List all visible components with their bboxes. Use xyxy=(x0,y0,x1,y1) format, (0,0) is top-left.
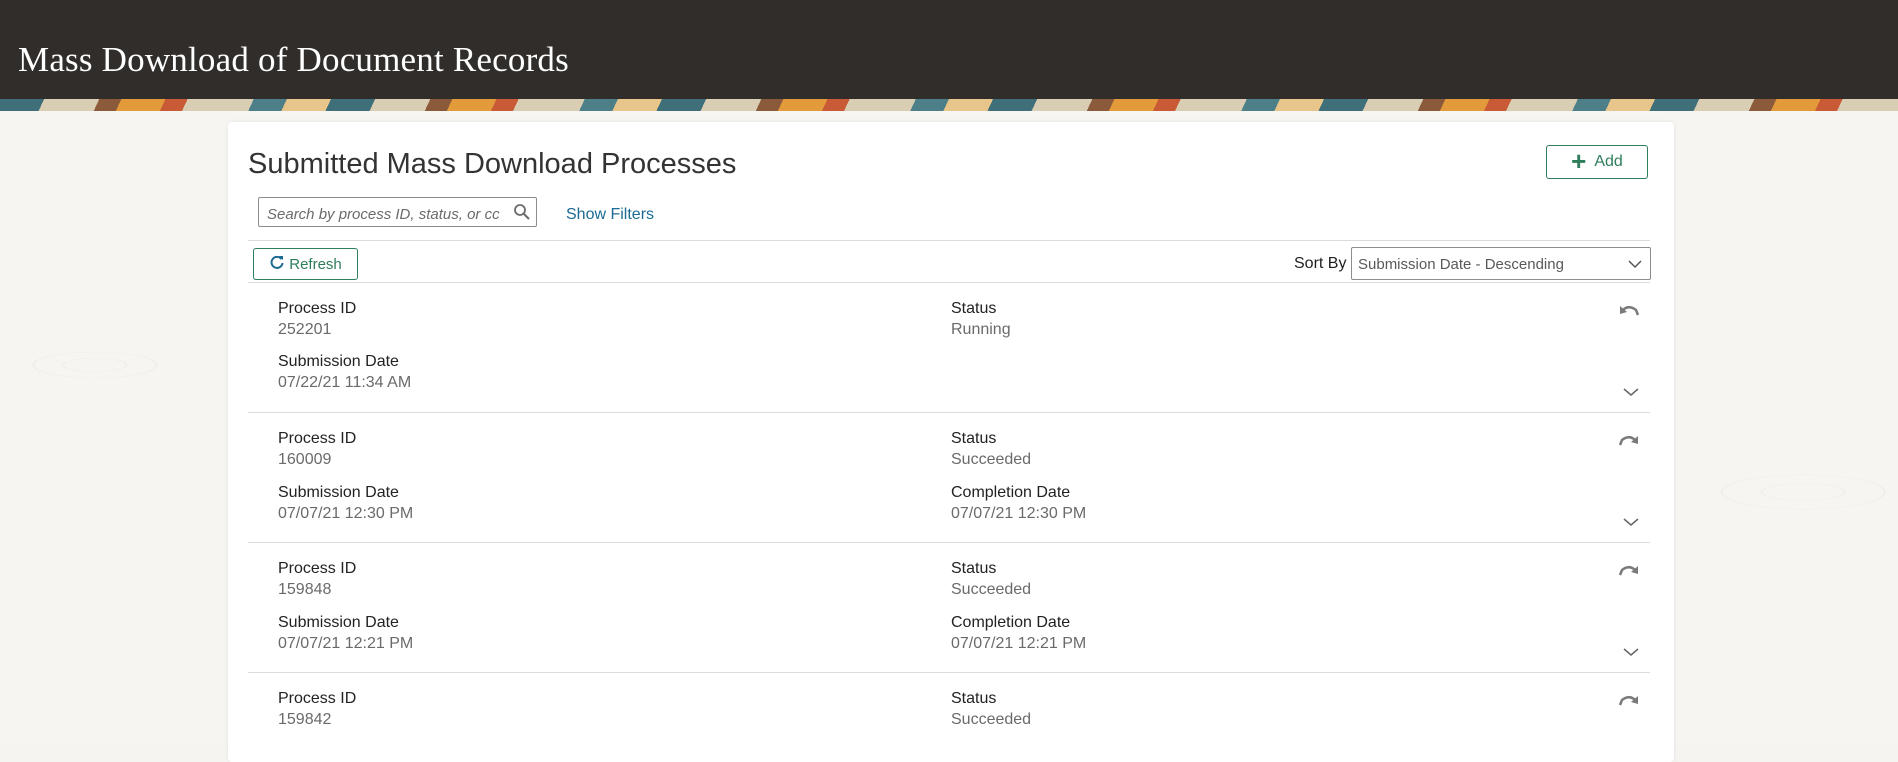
status-value: Succeeded xyxy=(951,451,1032,468)
submission-date-label: Submission Date xyxy=(278,353,399,370)
process-id-label: Process ID xyxy=(278,300,357,317)
chevron-down-icon[interactable] xyxy=(1623,647,1639,657)
page-title: Mass Download of Document Records xyxy=(18,40,569,79)
process-id-value: 252201 xyxy=(278,321,332,338)
process-id-label: Process ID xyxy=(278,560,357,577)
refresh-button[interactable]: Refresh xyxy=(253,248,358,280)
search-icon[interactable] xyxy=(513,203,531,226)
show-filters-link[interactable]: Show Filters xyxy=(566,206,654,224)
sort-by-select[interactable]: Submission Date - Descending xyxy=(1351,247,1651,280)
submission-date-label: Submission Date xyxy=(278,484,399,501)
submission-date-value: 07/07/21 12:21 PM xyxy=(278,635,414,652)
undo-icon[interactable] xyxy=(1618,303,1640,321)
completion-date-label: Completion Date xyxy=(951,614,1071,631)
refresh-icon xyxy=(269,254,285,274)
status-value: Running xyxy=(951,321,1011,338)
panel-heading: Submitted Mass Download Processes xyxy=(248,148,737,180)
completion-date-label: Completion Date xyxy=(951,484,1071,501)
status-value: Succeeded xyxy=(951,581,1032,598)
process-id-value: 159842 xyxy=(278,711,332,728)
process-row: Process ID 159848 Status Succeeded Submi… xyxy=(248,543,1650,673)
status-value: Succeeded xyxy=(951,711,1032,728)
status-label: Status xyxy=(951,300,997,317)
process-id-label: Process ID xyxy=(278,430,357,447)
decorative-banner xyxy=(0,99,1898,111)
completion-date-value: 07/07/21 12:30 PM xyxy=(951,505,1087,522)
refresh-button-label: Refresh xyxy=(289,255,342,273)
submission-date-value: 07/07/21 12:30 PM xyxy=(278,505,414,522)
redo-icon[interactable] xyxy=(1618,433,1640,451)
sort-by-value: Submission Date - Descending xyxy=(1358,256,1564,273)
search-box xyxy=(258,197,537,227)
submission-date-label: Submission Date xyxy=(278,614,399,631)
status-label: Status xyxy=(951,690,997,707)
submission-date-value: 07/22/21 11:34 AM xyxy=(278,374,412,391)
plus-icon: + xyxy=(1571,146,1587,176)
redo-icon[interactable] xyxy=(1618,563,1640,581)
sort-by-label: Sort By xyxy=(1294,255,1347,272)
process-row: Process ID 160009 Status Succeeded Submi… xyxy=(248,413,1650,543)
add-button-label: Add xyxy=(1594,153,1623,170)
redo-icon[interactable] xyxy=(1618,693,1640,711)
chevron-down-icon[interactable] xyxy=(1623,387,1639,397)
status-label: Status xyxy=(951,560,997,577)
completion-date-value: 07/07/21 12:21 PM xyxy=(951,635,1087,652)
process-row: Process ID 159842 Status Succeeded xyxy=(248,673,1650,746)
process-id-label: Process ID xyxy=(278,690,357,707)
process-row: Process ID 252201 Status Running Submiss… xyxy=(248,283,1650,413)
chevron-down-icon xyxy=(1628,260,1642,269)
app-header: Mass Download of Document Records xyxy=(0,0,1898,100)
status-label: Status xyxy=(951,430,997,447)
process-id-value: 160009 xyxy=(278,451,332,468)
chevron-down-icon[interactable] xyxy=(1623,517,1639,527)
process-id-value: 159848 xyxy=(278,581,332,598)
search-input[interactable] xyxy=(265,203,509,225)
toolbar-divider-top xyxy=(248,240,1650,241)
add-button[interactable]: + Add xyxy=(1546,145,1648,179)
